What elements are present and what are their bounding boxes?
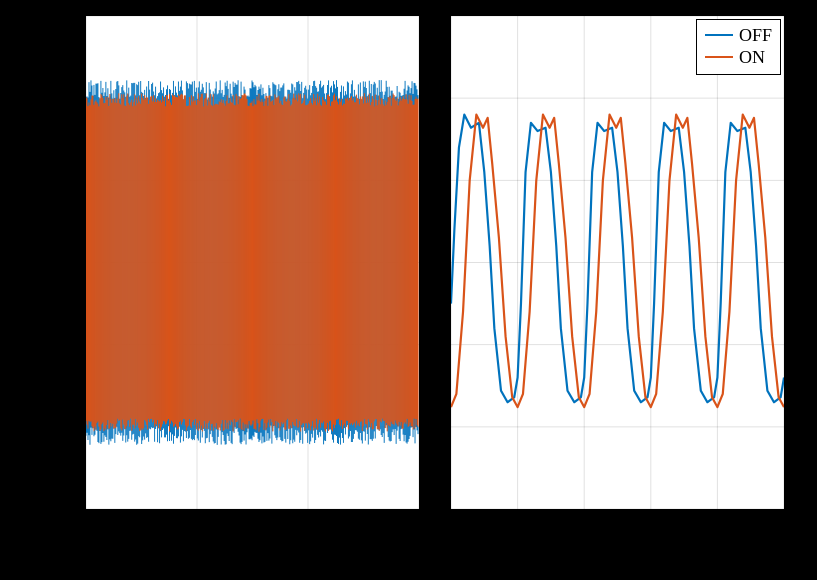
xtick-label: 0 [446, 515, 455, 536]
right-chart [450, 15, 785, 510]
ytick-label: 100 [52, 88, 79, 109]
ytick-label: -100 [46, 418, 79, 439]
ytick-label: 0 [70, 253, 79, 274]
legend-swatch-on [705, 56, 733, 58]
legend-label: ON [739, 47, 765, 68]
right-plot-area [451, 16, 784, 509]
xtick-label: 1000 [289, 515, 325, 536]
ytick-label: 150 [52, 6, 79, 27]
ytick-label: -50 [55, 336, 79, 357]
xtick-label: 4 [714, 515, 723, 536]
xtick-label: 500 [180, 515, 207, 536]
legend-label: OFF [739, 25, 772, 46]
xtick-label: 1500 [400, 515, 436, 536]
xtick-label: 0 [80, 515, 89, 536]
x-axis-label-left: index [232, 542, 276, 565]
figure: Position [mm] index index 150 100 50 0 -… [0, 0, 817, 580]
y-axis-label: Position [mm] [6, 133, 29, 248]
x-axis-label-right: index [597, 542, 641, 565]
ytick-label: 50 [61, 171, 79, 192]
left-chart [85, 15, 420, 510]
xtick-label: 2 [580, 515, 589, 536]
legend-item-on: ON [705, 46, 772, 68]
xtick-label: 1 [513, 515, 522, 536]
xtick-label: 5 [781, 515, 790, 536]
legend-item-off: OFF [705, 24, 772, 46]
xtick-label: 3 [647, 515, 656, 536]
legend: OFF ON [696, 19, 781, 75]
legend-swatch-off [705, 34, 733, 36]
left-plot-area [86, 16, 419, 509]
ytick-label: -150 [46, 500, 79, 521]
